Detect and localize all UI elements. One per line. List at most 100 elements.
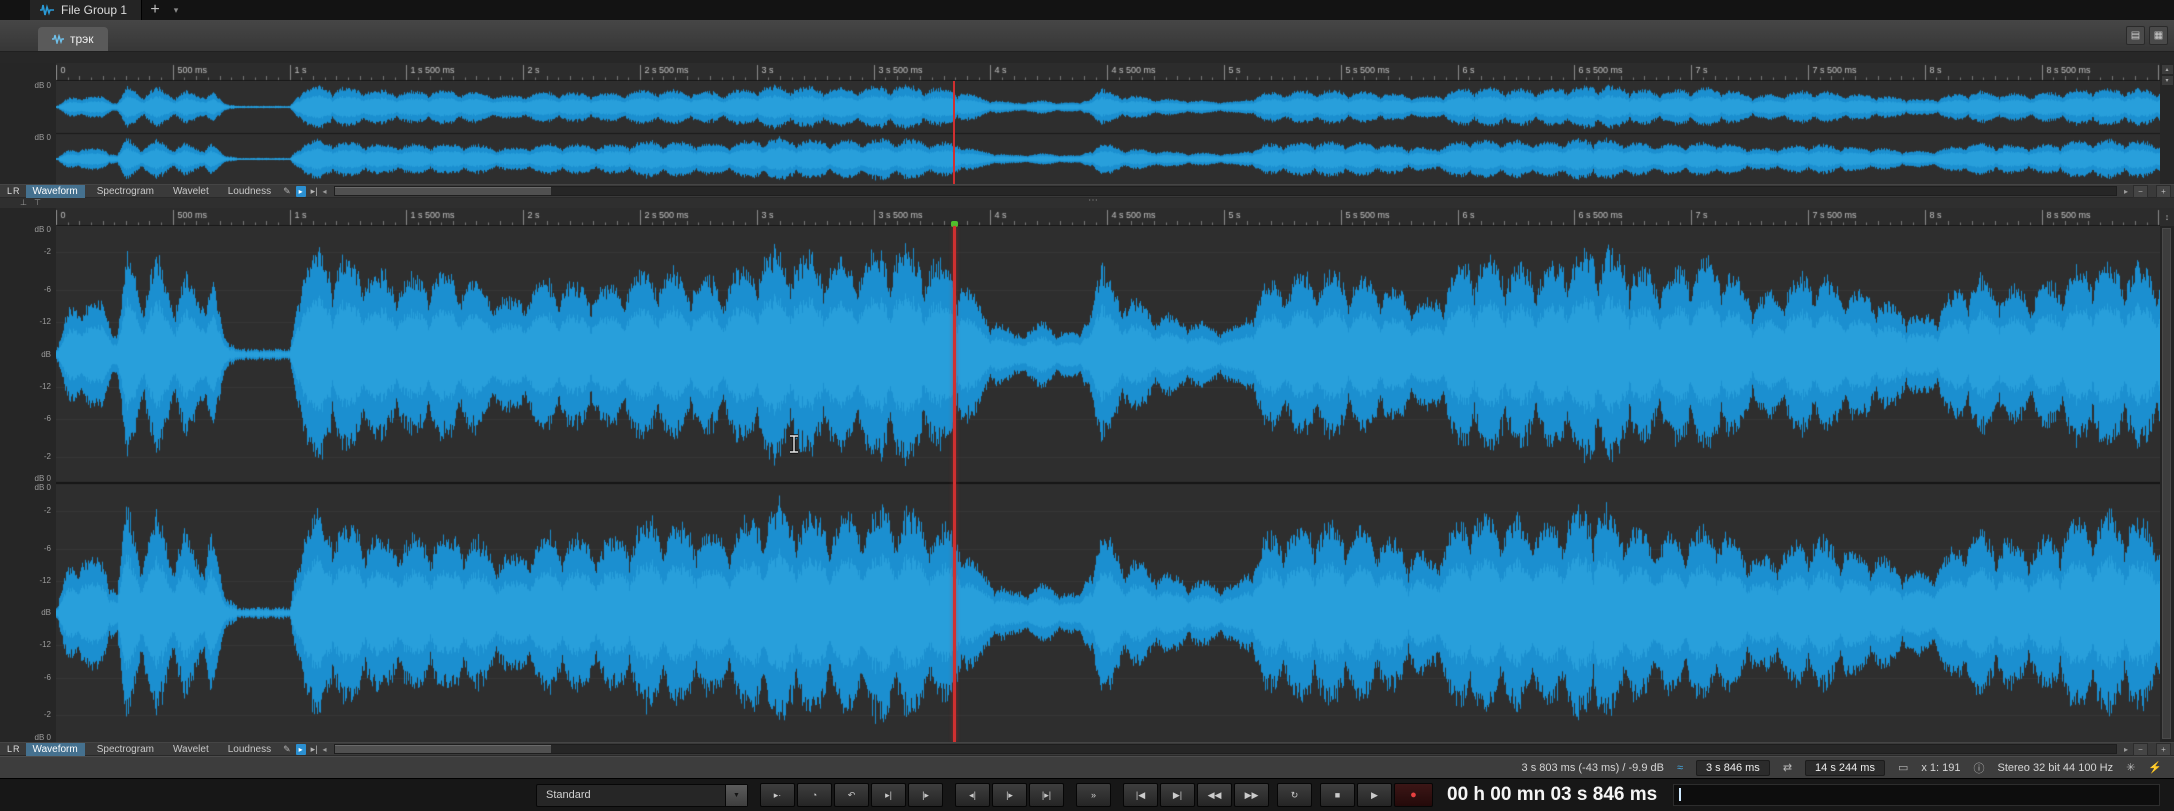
main-zoom-out-button[interactable]: − [2133, 743, 2148, 756]
db-label: -2 [44, 248, 51, 256]
time-display[interactable]: 00 h 00 mn 03 s 846 ms [1447, 784, 1657, 806]
main-tab-spectrogram[interactable]: Spectrogram [90, 743, 161, 756]
play-marker-button[interactable]: ▸· [760, 783, 795, 807]
fast-forward-button[interactable]: ▶▶ [1234, 783, 1269, 807]
status-bar: 3 s 803 ms (-43 ms) / -9.9 dB ≈ 3 s 846 … [0, 756, 2174, 778]
info-icon[interactable]: ⓘ [1974, 760, 1985, 776]
file-length[interactable]: 14 s 244 ms [1805, 760, 1885, 776]
overview-tab-waveform[interactable]: Waveform [26, 185, 85, 198]
overview-zoom-in-button[interactable]: + [2156, 185, 2171, 198]
monitor-icon: ▭ [1898, 761, 1908, 774]
db-label: dB 0 [35, 475, 51, 483]
db-label: -2 [44, 711, 51, 719]
edit-indicator-icon[interactable]: ✎ [283, 186, 291, 197]
play-before-cursor-button[interactable]: ▸| [871, 783, 906, 807]
main-hscroll-thumb[interactable] [335, 745, 551, 753]
audio-format: Stereo 32 bit 44 100 Hz [1998, 762, 2114, 774]
audio-editor-window: File Group 1 + ▾ трэк ▤ ▦ dB 0dB 0 ▴ ▾ L… [0, 0, 2174, 811]
document-tab-bar: трэк ▤ ▦ [0, 20, 2174, 52]
main-zoom-in-button[interactable]: + [2156, 743, 2171, 756]
transport-group-more: » [1076, 783, 1111, 807]
text-caret [1679, 788, 1681, 801]
transport-bar: Standard ▼ ▸·◔↶▸||▸ ◂||▸|▸| » |◀▶|◀◀▶▶↻■… [0, 778, 2174, 811]
record-button[interactable]: ● [1394, 783, 1433, 807]
layout-button-2[interactable]: ▦ [2149, 26, 2168, 45]
move-cursor-back-button[interactable]: ◂| [955, 783, 990, 807]
db-label: dB 0 [35, 484, 51, 492]
monitor-speaker-icon[interactable]: ▸ [296, 744, 306, 755]
play-button[interactable]: ▶ [1357, 783, 1392, 807]
overview-zoom-out-button[interactable]: − [2133, 185, 2148, 198]
main-tab-loudness[interactable]: Loudness [221, 743, 278, 756]
edit-indicator-icon[interactable]: ✎ [283, 744, 291, 755]
main-waveform-view[interactable] [56, 226, 2160, 742]
overview-hscroll-thumb[interactable] [335, 187, 551, 195]
main-channel-selector[interactable]: LR [7, 744, 21, 754]
scrub-playback-icon[interactable]: ▸| [311, 186, 318, 197]
scrub-playback-icon[interactable]: ▸| [311, 744, 318, 755]
document-wave-icon [52, 34, 64, 44]
document-tab[interactable]: трэк [38, 27, 108, 51]
play-after-cursor-button[interactable]: |▸ [908, 783, 943, 807]
sparkle-icon[interactable]: ✳ [2126, 761, 2135, 774]
file-group-tab-bar: File Group 1 + ▾ [0, 0, 2174, 21]
file-group-tab[interactable]: File Group 1 [30, 0, 142, 20]
edit-cursor-icon: ≈ [1677, 762, 1683, 774]
overview-db-label: dB 0 [35, 134, 51, 142]
workspace-layout-buttons: ▤ ▦ [2126, 26, 2168, 45]
main-timeline-ruler[interactable] [56, 208, 2160, 226]
zoom-factor[interactable]: x 1: 191 [1921, 762, 1960, 774]
main-hscrollbar[interactable] [334, 744, 2117, 754]
loop-button[interactable]: ↻ [1277, 783, 1312, 807]
vertical-scrollbar-thumb[interactable] [2162, 228, 2171, 739]
ruler-zoom-button[interactable]: ↕ [2160, 208, 2174, 226]
transport-text-field[interactable] [1673, 784, 2160, 806]
main-scroll-right-button[interactable]: ▸ [2124, 745, 2128, 754]
db-label: dB 0 [35, 226, 51, 234]
pane-divider[interactable]: ⊥ ⊤ ⋯ [0, 198, 2174, 208]
transport-group-main: |◀▶|◀◀▶▶ ↻ ■▶● [1123, 783, 1433, 807]
db-label: -12 [39, 318, 51, 326]
overview-tab-spectrogram[interactable]: Spectrogram [90, 185, 161, 198]
main-tab-wavelet[interactable]: Wavelet [166, 743, 216, 756]
vertical-scrollbar[interactable] [2160, 226, 2174, 742]
db-label: -6 [44, 674, 51, 682]
stop-button[interactable]: ■ [1320, 783, 1355, 807]
overview-waveform-view[interactable] [56, 81, 2160, 184]
db-label: -6 [44, 545, 51, 553]
go-to-start-button[interactable]: |◀ [1123, 783, 1158, 807]
overview-scroll-right-button[interactable]: ▸ [2124, 187, 2128, 196]
main-tab-waveform[interactable]: Waveform [26, 743, 85, 756]
timer-button[interactable]: ◔ [797, 783, 832, 807]
ruler-tool-icon-1[interactable]: ⊥ [20, 198, 27, 208]
transport-preset-select[interactable]: Standard ▼ [536, 784, 748, 807]
move-cursor-forward-button[interactable]: |▸ [992, 783, 1027, 807]
rewind-button[interactable]: ◀◀ [1197, 783, 1232, 807]
lightning-icon[interactable]: ⚡ [2148, 761, 2162, 774]
combo-dropdown-icon[interactable]: ▼ [725, 785, 747, 806]
edit-cursor-time[interactable]: 3 s 846 ms [1696, 760, 1770, 776]
layout-button-1[interactable]: ▤ [2126, 26, 2145, 45]
db-label: -2 [44, 453, 51, 461]
overview-timeline-ruler[interactable] [56, 63, 2160, 81]
main-playhead [953, 226, 956, 742]
add-file-group-button[interactable]: + [142, 0, 168, 20]
overview-hscrollbar[interactable] [334, 186, 2117, 196]
overview-zoom-up-icon[interactable]: ▴ [2162, 65, 2173, 74]
divider-handle-icon[interactable]: ⋯ [1088, 195, 1099, 206]
more-transport-button[interactable]: » [1076, 783, 1111, 807]
go-to-end-button[interactable]: ▶| [1160, 783, 1195, 807]
ruler-tool-icon-2[interactable]: ⊤ [34, 198, 41, 208]
overview-view-tabs: LR Waveform Spectrogram Wavelet Loudness ✎ ▸ ▸|… [0, 184, 2174, 198]
play-selection-button[interactable]: |▸| [1029, 783, 1064, 807]
overview-tab-wavelet[interactable]: Wavelet [166, 185, 216, 198]
monitor-speaker-icon[interactable]: ▸ [296, 186, 306, 197]
overview-zoom-down-icon[interactable]: ▾ [2162, 76, 2173, 85]
overview-channel-selector[interactable]: LR [7, 186, 21, 196]
file-group-menu-caret-icon[interactable]: ▾ [168, 0, 184, 20]
main-scroll-left-button[interactable]: ◂ [323, 745, 327, 754]
overview-tab-loudness[interactable]: Loudness [221, 185, 278, 198]
overview-scroll-left-button[interactable]: ◂ [323, 187, 327, 196]
preroll-button[interactable]: ↶ [834, 783, 869, 807]
transport-preset-value: Standard [537, 789, 725, 801]
